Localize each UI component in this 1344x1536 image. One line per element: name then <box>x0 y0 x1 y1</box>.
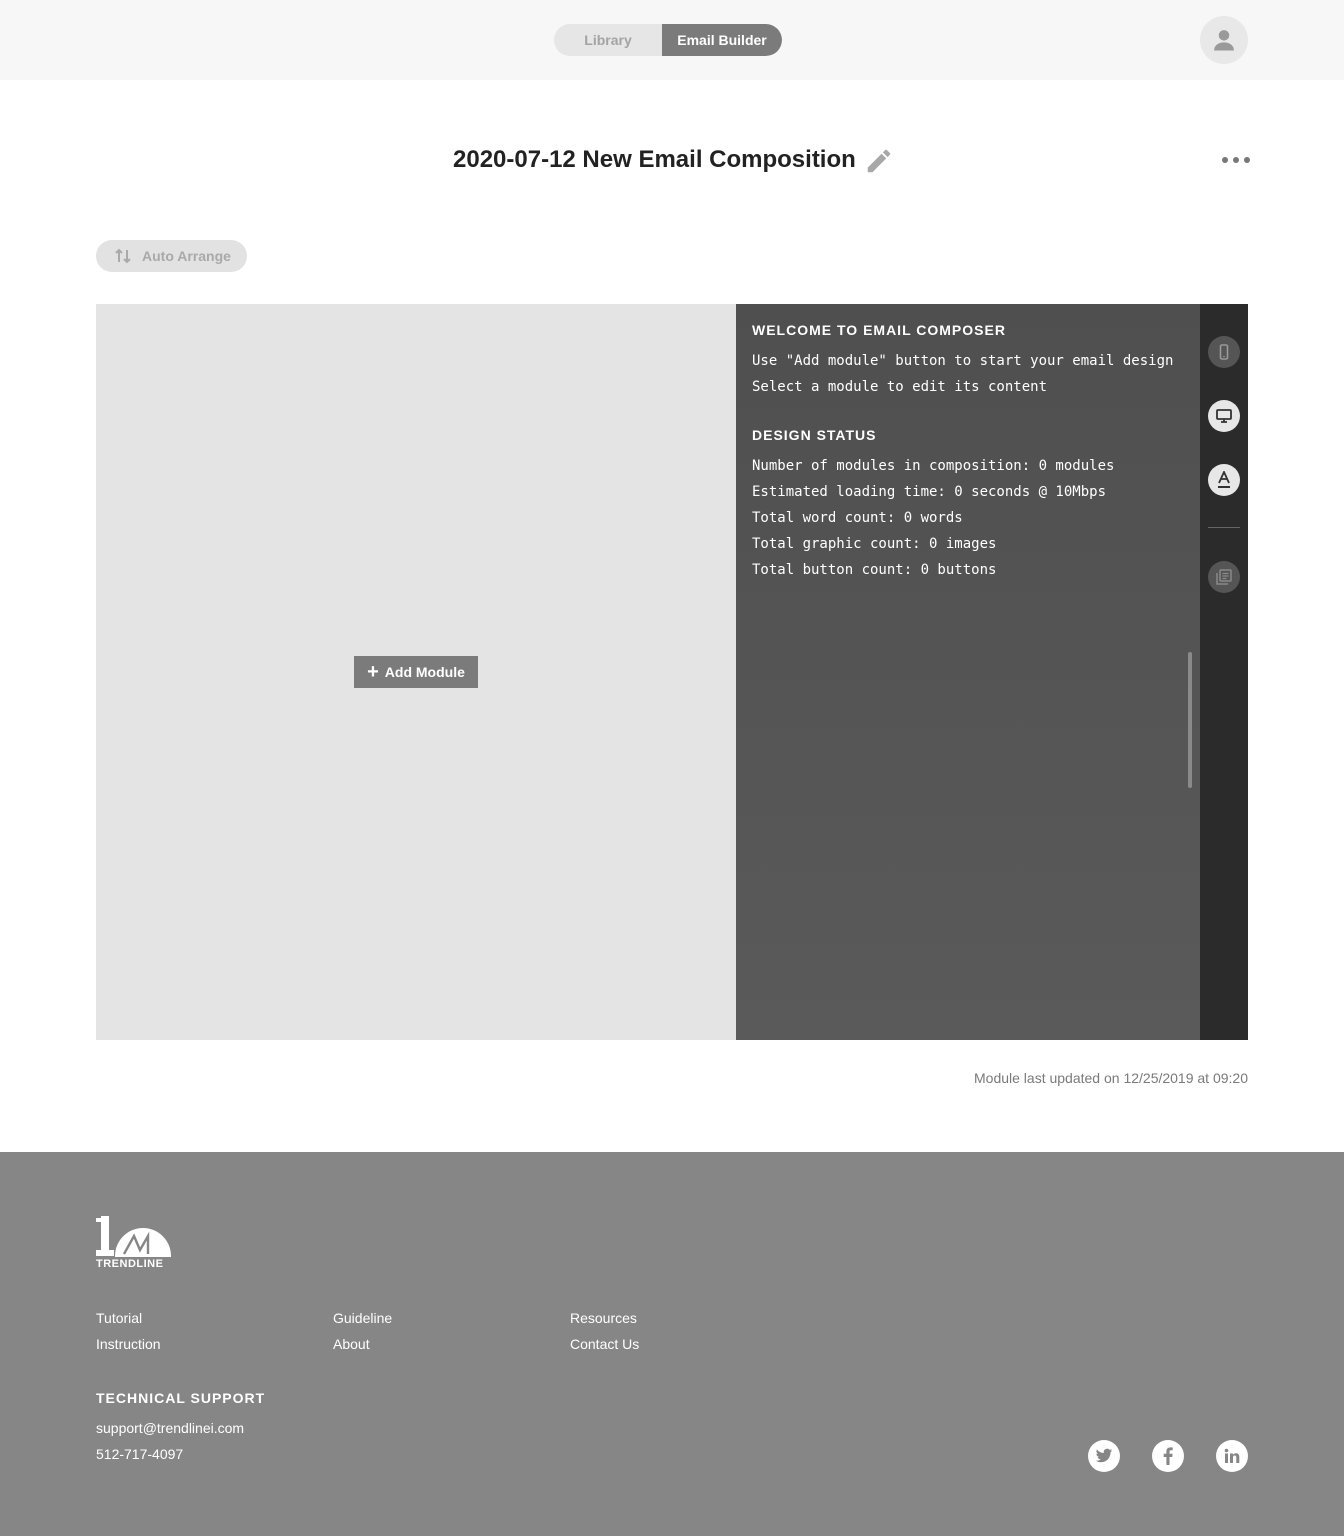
panel-scrollbar[interactable] <box>1188 652 1192 788</box>
footer-link-resources[interactable]: Resources <box>570 1310 637 1326</box>
status-line: Total graphic count: 0 images <box>752 536 997 552</box>
design-status-heading: DESIGN STATUS <box>752 427 877 443</box>
support-email[interactable]: support@trendlinei.com <box>96 1420 244 1436</box>
status-line: Total button count: 0 buttons <box>752 562 997 578</box>
info-panel: WELCOME TO EMAIL COMPOSER Use "Add modul… <box>736 304 1200 1040</box>
footer-link-guideline[interactable]: Guideline <box>333 1310 392 1326</box>
auto-arrange-label: Auto Arrange <box>142 248 231 264</box>
status-line: Total word count: 0 words <box>752 510 963 526</box>
status-line: Estimated loading time: 0 seconds @ 10Mb… <box>752 484 1107 500</box>
welcome-line: Use "Add module" button to start your em… <box>752 353 1174 369</box>
welcome-line: Select a module to edit its content <box>752 379 1048 395</box>
user-icon <box>1214 30 1234 51</box>
trendline-logo[interactable]: TRENDLINE <box>96 1216 176 1272</box>
text-format-icon[interactable] <box>1208 464 1240 496</box>
swap-vertical-icon <box>115 248 131 264</box>
view-switcher: Library Email Builder <box>554 24 782 56</box>
composition-canvas: + Add Module <box>96 304 736 1040</box>
plus-icon: + <box>367 661 379 683</box>
footer-link-about[interactable]: About <box>333 1336 370 1352</box>
footer-link-tutorial[interactable]: Tutorial <box>96 1310 142 1326</box>
add-module-button[interactable]: + Add Module <box>354 656 478 688</box>
welcome-heading: WELCOME TO EMAIL COMPOSER <box>752 322 1006 338</box>
top-bar: Library Email Builder <box>0 0 1344 80</box>
footer-link-contact-us[interactable]: Contact Us <box>570 1336 639 1352</box>
rail-divider <box>1208 527 1240 528</box>
support-heading: TECHNICAL SUPPORT <box>96 1390 266 1406</box>
title-row: 2020-07-12 New Email Composition <box>0 140 1344 186</box>
footer-link-instruction[interactable]: Instruction <box>96 1336 161 1352</box>
status-line: Number of modules in composition: 0 modu… <box>752 458 1115 474</box>
tab-library[interactable]: Library <box>554 24 662 56</box>
more-horizontal-icon[interactable] <box>1222 150 1250 170</box>
mobile-icon[interactable] <box>1208 336 1240 368</box>
last-updated-text: Module last updated on 12/25/2019 at 09:… <box>974 1070 1248 1086</box>
linkedin-icon[interactable] <box>1216 1440 1248 1472</box>
tab-email-builder[interactable]: Email Builder <box>662 24 782 56</box>
desktop-icon[interactable] <box>1208 400 1240 432</box>
site-footer: TRENDLINE Tutorial Instruction Guideline… <box>0 1152 1344 1536</box>
auto-arrange-button[interactable]: Auto Arrange <box>96 240 247 272</box>
logo-wordmark: TRENDLINE <box>96 1258 164 1270</box>
tool-rail <box>1200 304 1248 1040</box>
twitter-icon[interactable] <box>1088 1440 1120 1472</box>
user-avatar-button[interactable] <box>1200 16 1248 64</box>
support-phone: 512-717-4097 <box>96 1446 184 1462</box>
copy-list-icon[interactable] <box>1208 561 1240 593</box>
add-module-label: Add Module <box>384 664 465 680</box>
facebook-icon[interactable] <box>1152 1440 1184 1472</box>
page-title: 2020-07-12 New Email Composition <box>453 146 856 173</box>
pencil-icon[interactable] <box>864 146 894 176</box>
